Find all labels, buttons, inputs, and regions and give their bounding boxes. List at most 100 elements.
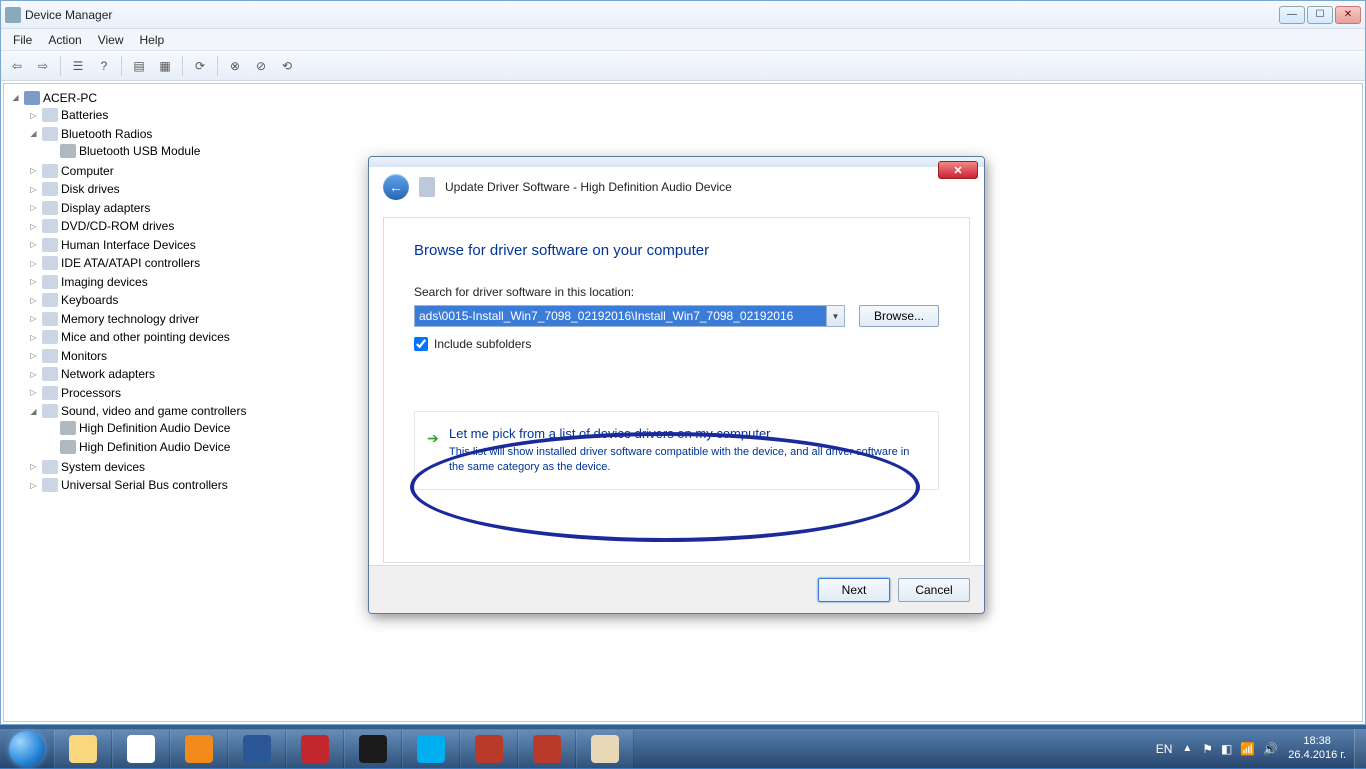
search-location-label: Search for driver software in this locat… xyxy=(414,285,939,299)
taskbar-app-paint[interactable] xyxy=(576,730,634,768)
next-button[interactable]: Next xyxy=(818,578,890,602)
tree-leaf[interactable]: High Definition Audio Device xyxy=(44,439,232,455)
tree-node[interactable]: ▷Computer xyxy=(26,163,116,179)
back-button[interactable]: ← xyxy=(383,174,409,200)
dialog-titlebar[interactable]: ✕ xyxy=(369,157,984,167)
close-button[interactable]: ✕ xyxy=(1335,6,1361,24)
tree-node[interactable]: ▷Processors xyxy=(26,385,123,401)
taskbar-app-explorer[interactable] xyxy=(54,730,112,768)
separator xyxy=(217,56,218,76)
nav-forward-button[interactable]: ⇨ xyxy=(31,54,55,78)
volume-icon[interactable]: 🔊 xyxy=(1263,742,1278,756)
device-category-icon xyxy=(42,127,58,141)
language-indicator[interactable]: EN xyxy=(1156,742,1173,756)
taskbar: EN ▲ ⚑ ◧ 📶 🔊 18:38 26.4.2016 г. xyxy=(0,728,1366,768)
tree-node[interactable]: ▷Keyboards xyxy=(26,292,120,308)
tree-node[interactable]: ▷System devices xyxy=(26,459,147,475)
menu-view[interactable]: View xyxy=(90,31,132,49)
titlebar[interactable]: Device Manager — ☐ ✕ xyxy=(1,1,1365,29)
show-hidden-button[interactable]: ☰ xyxy=(66,54,90,78)
path-combobox[interactable]: ▼ xyxy=(414,305,845,327)
uninstall-button[interactable]: ⊗ xyxy=(223,54,247,78)
tree-leaf[interactable]: High Definition Audio Device xyxy=(44,420,232,436)
device-category-icon xyxy=(42,460,58,474)
device-category-icon xyxy=(42,164,58,178)
minimize-button[interactable]: — xyxy=(1279,6,1305,24)
help-topics-button[interactable]: ? xyxy=(92,54,116,78)
menu-file[interactable]: File xyxy=(5,31,40,49)
taskbar-app-toolbox2[interactable] xyxy=(518,730,576,768)
scan-changes-button[interactable]: ⟲ xyxy=(275,54,299,78)
word-icon xyxy=(243,735,271,763)
tree-node[interactable]: ◢Sound, video and game controllers xyxy=(26,403,248,419)
tree-leaf[interactable]: Bluetooth USB Module xyxy=(44,143,202,159)
disable-button[interactable]: ⊘ xyxy=(249,54,273,78)
tree-node[interactable]: ▷IDE ATA/ATAPI controllers xyxy=(26,255,202,271)
tree-node[interactable]: ▷DVD/CD-ROM drives xyxy=(26,218,176,234)
tree-node[interactable]: ▷Network adapters xyxy=(26,366,157,382)
clock[interactable]: 18:38 26.4.2016 г. xyxy=(1288,735,1346,761)
pick-from-list-option[interactable]: ➔ Let me pick from a list of device driv… xyxy=(414,411,939,490)
include-subfolders-checkbox[interactable] xyxy=(414,337,428,351)
device-category-icon xyxy=(42,256,58,270)
dialog-close-button[interactable]: ✕ xyxy=(938,161,978,179)
device-category-icon xyxy=(42,182,58,196)
include-subfolders-row[interactable]: Include subfolders xyxy=(414,337,939,351)
window-buttons: — ☐ ✕ xyxy=(1279,6,1361,24)
tree-node[interactable]: ▷Memory technology driver xyxy=(26,311,201,327)
tree-node[interactable]: ▷Batteries xyxy=(26,107,110,123)
option-description: This list will show installed driver sof… xyxy=(449,445,918,475)
device-category-icon xyxy=(42,238,58,252)
tray-expand-icon[interactable]: ▲ xyxy=(1182,743,1192,754)
clock-time: 18:38 xyxy=(1288,735,1346,748)
taskbar-app-word[interactable] xyxy=(228,730,286,768)
menu-action[interactable]: Action xyxy=(40,31,89,49)
device-category-icon xyxy=(42,404,58,418)
include-subfolders-label: Include subfolders xyxy=(434,337,531,351)
tree-node[interactable]: ▷Disk drives xyxy=(26,181,122,197)
taskbar-app-skype[interactable] xyxy=(402,730,460,768)
device-category-icon xyxy=(42,108,58,122)
tree-node[interactable]: ▷Human Interface Devices xyxy=(26,237,198,253)
device-icon xyxy=(60,144,76,158)
start-orb-icon xyxy=(9,731,45,767)
device-category-icon xyxy=(42,330,58,344)
network-icon[interactable]: ◧ xyxy=(1221,742,1232,756)
show-desktop-button[interactable] xyxy=(1354,729,1366,769)
taskbar-app-comodo[interactable] xyxy=(286,730,344,768)
maximize-button[interactable]: ☐ xyxy=(1307,6,1333,24)
explorer-icon xyxy=(69,735,97,763)
taskbar-app-vlc[interactable] xyxy=(170,730,228,768)
wifi-icon[interactable]: 📶 xyxy=(1240,742,1255,756)
tree-root[interactable]: ◢ACER-PC xyxy=(8,90,99,106)
taskbar-app-chrome[interactable] xyxy=(112,730,170,768)
scan-hw-button[interactable]: ▦ xyxy=(153,54,177,78)
arrow-icon: ➔ xyxy=(427,430,441,444)
lol-icon xyxy=(359,735,387,763)
dialog-header-text: Update Driver Software - High Definition… xyxy=(445,180,970,194)
nav-back-button[interactable]: ⇦ xyxy=(5,54,29,78)
tree-node[interactable]: ▷Imaging devices xyxy=(26,274,150,290)
path-dropdown-button[interactable]: ▼ xyxy=(826,306,844,326)
browse-button[interactable]: Browse... xyxy=(859,305,939,327)
comodo-icon xyxy=(301,735,329,763)
tree-node[interactable]: ▷Mice and other pointing devices xyxy=(26,329,232,345)
menu-help[interactable]: Help xyxy=(132,31,173,49)
start-button[interactable] xyxy=(0,729,54,769)
tree-node[interactable]: ▷Universal Serial Bus controllers xyxy=(26,477,230,493)
tree-node[interactable]: ▷Monitors xyxy=(26,348,109,364)
option-title: Let me pick from a list of device driver… xyxy=(449,426,918,441)
cancel-button[interactable]: Cancel xyxy=(898,578,970,602)
update-driver-button[interactable]: ⟳ xyxy=(188,54,212,78)
update-driver-dialog: ✕ ← Update Driver Software - High Defini… xyxy=(368,156,985,614)
tree-node[interactable]: ◢Bluetooth Radios xyxy=(26,126,154,142)
window-title: Device Manager xyxy=(25,8,1279,22)
taskbar-items xyxy=(54,729,634,768)
tree-node[interactable]: ▷Display adapters xyxy=(26,200,152,216)
properties-button[interactable]: ▤ xyxy=(127,54,151,78)
computer-icon xyxy=(24,91,40,105)
flag-icon[interactable]: ⚑ xyxy=(1202,742,1213,756)
path-input[interactable] xyxy=(415,306,826,326)
taskbar-app-lol[interactable] xyxy=(344,730,402,768)
taskbar-app-toolbox1[interactable] xyxy=(460,730,518,768)
